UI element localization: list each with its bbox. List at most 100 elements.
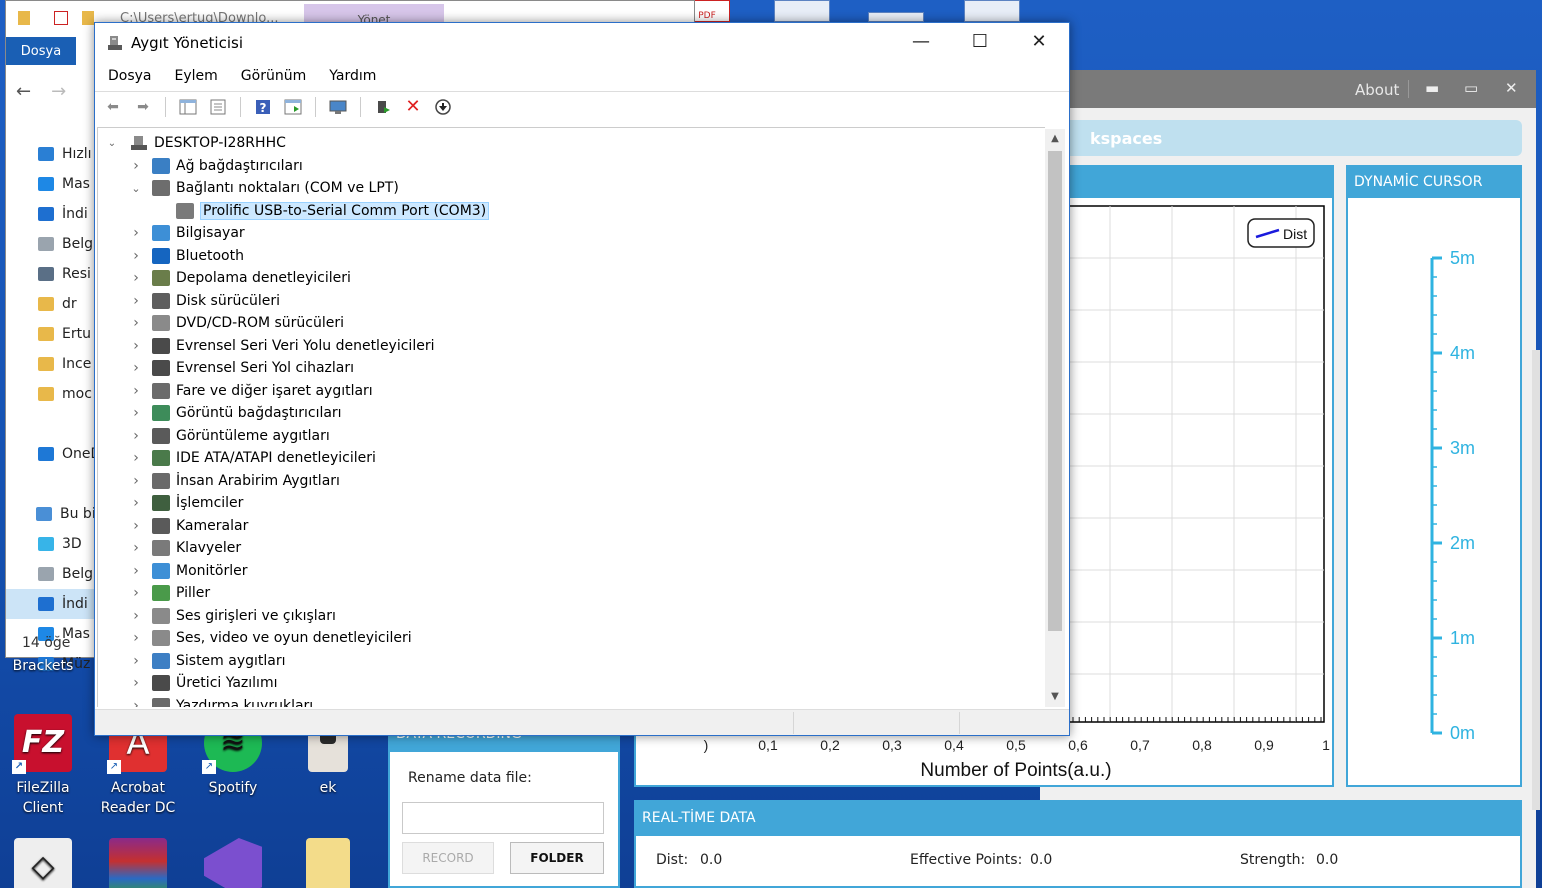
minimize-icon[interactable]: ▬ (1425, 79, 1439, 97)
sidebar-item[interactable]: İndi (6, 589, 98, 619)
tree-category[interactable]: › Bluetooth (130, 245, 244, 267)
scroll-down-icon[interactable]: ▼ (1045, 687, 1065, 707)
scrollbar-thumb[interactable] (1048, 151, 1062, 631)
tree-category[interactable]: › Evrensel Seri Yol cihazları (130, 357, 354, 379)
expand-chevron-icon[interactable]: › (130, 248, 142, 264)
sidebar-item[interactable]: Ince (6, 349, 98, 379)
desktop-icon-folder[interactable] (288, 838, 368, 888)
folder-button[interactable]: FOLDER (510, 842, 604, 874)
menu-action[interactable]: Eylem (162, 65, 228, 89)
help-icon[interactable]: ? (251, 96, 275, 118)
tree-category[interactable]: › Klavyeler (130, 537, 241, 559)
desktop-icon-unity[interactable]: ◇ (3, 838, 83, 888)
back-arrow-icon[interactable]: ← (16, 81, 31, 102)
expand-chevron-icon[interactable]: › (130, 428, 142, 444)
tree-category[interactable]: ⌄ Bağlantı noktaları (COM ve LPT) (130, 177, 399, 199)
sidebar-item[interactable]: İndi (6, 199, 98, 229)
sidebar-item[interactable]: Belg (6, 229, 98, 259)
tree-category[interactable]: › Ses, video ve oyun denetleyicileri (130, 627, 412, 649)
tree-category[interactable]: › Depolama denetleyicileri (130, 267, 351, 289)
tree-category[interactable]: › Üretici Yazılımı (130, 672, 277, 694)
expand-chevron-icon[interactable]: › (130, 563, 142, 579)
expand-chevron-icon[interactable]: › (130, 405, 142, 421)
tree-category[interactable]: › Evrensel Seri Veri Yolu denetleyicileri (130, 335, 434, 357)
tree-category[interactable]: › Görüntü bağdaştırıcıları (130, 402, 342, 424)
expand-chevron-icon[interactable]: › (130, 225, 142, 241)
expand-chevron-icon[interactable]: › (130, 158, 142, 174)
expand-chevron-icon[interactable]: › (130, 608, 142, 624)
sidebar-item[interactable]: Belg (6, 559, 98, 589)
collapse-chevron-icon[interactable]: ⌄ (106, 138, 118, 149)
sidebar-item[interactable]: Mas (6, 169, 98, 199)
tree-category[interactable]: › Ağ bağdaştırıcıları (130, 155, 303, 177)
desktop-icon-winrar[interactable] (98, 838, 178, 888)
uninstall-device-icon[interactable]: ✕ (401, 96, 425, 118)
expand-chevron-icon[interactable]: › (130, 653, 142, 669)
tree-category[interactable]: › Yazdırma kuyrukları (130, 695, 313, 708)
about-button[interactable]: About (1355, 81, 1399, 99)
forward-arrow-icon[interactable]: → (51, 81, 66, 102)
forward-arrow-icon[interactable]: ➡ (131, 96, 155, 118)
properties-icon[interactable] (54, 11, 68, 25)
tab-file[interactable]: Dosya (6, 37, 76, 65)
action-pane-icon[interactable] (281, 96, 305, 118)
tree-category[interactable]: › İnsan Arabirim Aygıtları (130, 470, 340, 492)
expand-chevron-icon[interactable]: › (130, 360, 142, 376)
show-hide-console-tree-icon[interactable] (176, 96, 200, 118)
expand-chevron-icon[interactable]: › (130, 383, 142, 399)
disable-device-icon[interactable] (431, 96, 455, 118)
taskbar-thumbnail-2[interactable] (868, 12, 924, 22)
device-tree[interactable]: ⌄ DESKTOP-I28RHHC › Ağ bağdaştırıcıları ⌄ B… (97, 127, 1045, 707)
tree-scrollbar[interactable]: ▲ ▼ (1045, 129, 1065, 707)
close-icon[interactable]: ✕ (1016, 31, 1062, 55)
expand-chevron-icon[interactable]: › (130, 270, 142, 286)
expand-chevron-icon[interactable]: › (130, 450, 142, 466)
expand-chevron-icon[interactable]: › (130, 495, 142, 511)
expand-chevron-icon[interactable]: › (130, 518, 142, 534)
scroll-up-icon[interactable]: ▲ (1045, 129, 1065, 149)
sidebar-item[interactable]: 3D (6, 529, 98, 559)
sidebar-item[interactable]: Bu bi (6, 499, 98, 529)
close-icon[interactable]: ✕ (1505, 79, 1518, 97)
sidebar-item[interactable]: dr (6, 289, 98, 319)
expand-chevron-icon[interactable]: › (130, 293, 142, 309)
maximize-icon[interactable]: ▭ (1464, 79, 1478, 97)
tree-category[interactable]: › Kameralar (130, 515, 248, 537)
tree-category[interactable]: › Görüntüleme aygıtları (130, 425, 330, 447)
sidebar-item[interactable]: Ertu (6, 319, 98, 349)
expand-chevron-icon[interactable]: › (130, 585, 142, 601)
expand-chevron-icon[interactable]: › (130, 698, 142, 708)
taskbar-thumbnail-1[interactable] (774, 0, 830, 22)
desktop-scrollbar[interactable] (1532, 350, 1540, 810)
tree-category[interactable]: › İşlemciler (130, 492, 243, 514)
desktop-icon-filezilla[interactable]: FZ ↗ FileZilla Client (3, 714, 83, 818)
expand-chevron-icon[interactable]: › (130, 315, 142, 331)
minimize-icon[interactable]: — (898, 31, 944, 55)
tree-category[interactable]: › Piller (130, 582, 210, 604)
sidebar-item[interactable]: Hızlı (6, 139, 98, 169)
update-driver-icon[interactable] (371, 96, 395, 118)
properties-icon[interactable] (206, 96, 230, 118)
back-arrow-icon[interactable]: ⬅ (101, 96, 125, 118)
rename-data-file-input[interactable] (402, 802, 604, 834)
expand-chevron-icon[interactable]: › (130, 473, 142, 489)
scan-hardware-changes-icon[interactable] (326, 96, 350, 118)
expand-chevron-icon[interactable]: › (130, 540, 142, 556)
tree-category[interactable]: › Fare ve diğer işaret aygıtları (130, 380, 373, 402)
new-folder-icon[interactable] (82, 11, 94, 25)
record-button[interactable]: RECORD (402, 842, 494, 874)
tree-category[interactable]: › Sistem aygıtları (130, 650, 286, 672)
taskbar-thumbnail-3[interactable] (964, 0, 1020, 22)
tree-device-item[interactable]: Prolific USB-to-Serial Comm Port (COM3) (156, 200, 490, 222)
tree-category[interactable]: › Ses girişleri ve çıkışları (130, 605, 336, 627)
menu-file[interactable]: Dosya (95, 65, 162, 89)
expand-chevron-icon[interactable]: › (130, 675, 142, 691)
sidebar-item[interactable]: Resi (6, 259, 98, 289)
menu-view[interactable]: Görünüm (228, 65, 316, 89)
tree-category[interactable]: › DVD/CD-ROM sürücüleri (130, 312, 344, 334)
collapse-chevron-icon[interactable]: ⌄ (130, 182, 142, 195)
sidebar-item[interactable]: moc (6, 379, 98, 409)
sidebar-item[interactable]: OneD (6, 439, 98, 469)
tree-category[interactable]: › Disk sürücüleri (130, 290, 280, 312)
desktop-icon-brackets[interactable]: Brackets (3, 656, 83, 676)
